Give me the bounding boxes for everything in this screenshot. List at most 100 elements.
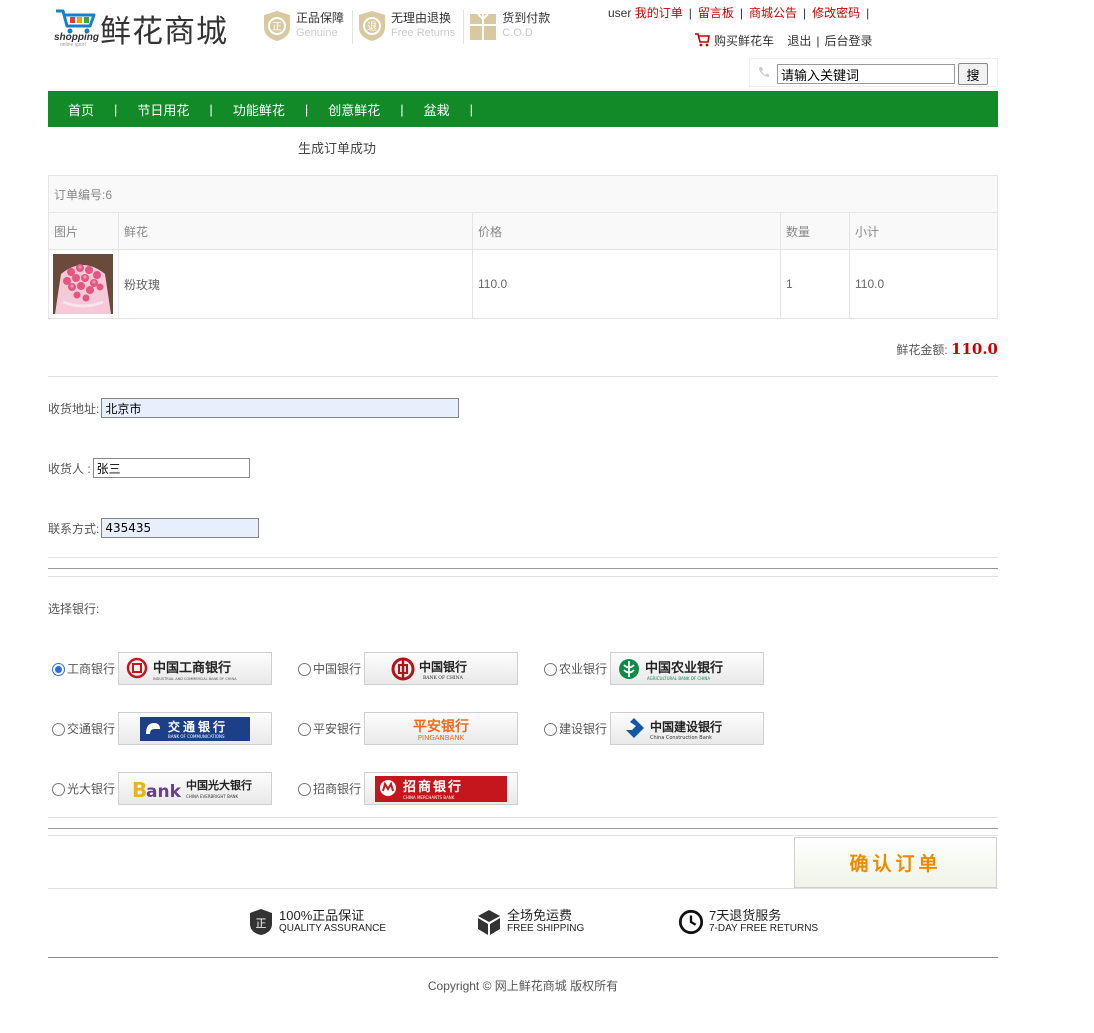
bank-radio[interactable] xyxy=(298,663,311,676)
order-success-message: 生成订单成功 xyxy=(298,141,377,156)
cell-subtotal: 110.0 xyxy=(849,249,998,319)
nav-functional-flowers[interactable]: 功能鲜花 xyxy=(233,100,285,119)
svg-text:正: 正 xyxy=(256,917,267,930)
service-subtitle: 7-DAY FREE RETURNS xyxy=(709,923,819,934)
address-label: 收货地址: xyxy=(48,401,100,416)
divider xyxy=(48,557,998,558)
abc-logo-mark: 中国农业银行 AGRICULTURAL BANK OF CHINA xyxy=(619,658,723,681)
bank-name: 平安银行 xyxy=(313,722,362,736)
bank-radio[interactable] xyxy=(298,783,311,796)
contact-input[interactable] xyxy=(101,518,260,538)
site-logo[interactable]: shopping online sport 鲜花商城 xyxy=(54,6,234,50)
search-button[interactable]: 搜 xyxy=(958,63,988,85)
cart-link[interactable]: 购买鲜花车 xyxy=(714,34,774,48)
bank-option-boc[interactable]: 中国银行 中国银行 BANK OF CHINA xyxy=(294,652,519,685)
icbc-logo[interactable]: 中国工商银行 INDUSTRIAL AND COMMERCIAL BANK OF… xyxy=(118,652,273,685)
col-price: 价格 xyxy=(472,212,781,250)
svg-text:INDUSTRIAL AND COMMERCIAL BANK: INDUSTRIAL AND COMMERCIAL BANK OF CHINA xyxy=(153,677,237,681)
total-label: 鲜花金额: xyxy=(896,343,948,357)
service-returns: 7天退货服务 7-DAY FREE RETURNS xyxy=(678,908,818,936)
quality-shield-icon: 正 xyxy=(250,909,272,935)
bank-radio[interactable] xyxy=(52,723,65,736)
logo-tagline: online sport xyxy=(60,42,86,48)
svg-text:PINGANBANK: PINGANBANK xyxy=(418,734,465,742)
ceb-logo[interactable]: B ank 中国光大银行 CHINA EVERBRIGHT BANK xyxy=(118,772,273,805)
bank-name: 农业银行 xyxy=(559,662,608,676)
svg-text:B: B xyxy=(132,778,147,802)
brand-name: 鲜花商城 xyxy=(100,14,228,50)
pingan-logo-mark: 平安银行 PINGANBANK xyxy=(413,718,469,742)
contact-label: 联系方式: xyxy=(48,521,100,536)
bank-option-ceb[interactable]: 光大银行 B ank 中国光大银行 CHINA EVERBRIGHT BANK xyxy=(48,772,273,805)
divider xyxy=(48,817,998,818)
bank-name: 光大银行 xyxy=(67,782,116,796)
receiver-field: 收货人 : xyxy=(48,458,250,478)
flower-thumbnail[interactable] xyxy=(53,254,113,314)
boc-logo[interactable]: 中国银行 BANK OF CHINA xyxy=(364,652,519,685)
bank-option-abc[interactable]: 农业银行 中国农业银行 AGRICULTURAL BANK OF CHINA xyxy=(540,652,765,685)
bank-option-icbc[interactable]: 工商银行 中国工商银行 INDUSTRIAL AND COMMERCIAL BA… xyxy=(48,652,273,685)
bank-option-pingan[interactable]: 平安银行 平安银行 PINGANBANK xyxy=(294,712,519,745)
bank-name: 招商银行 xyxy=(313,782,362,796)
service-title: 100%正品保证 xyxy=(279,908,365,923)
ccb-logo[interactable]: 中国建设银行 China Construction Bank xyxy=(610,712,765,745)
bank-name: 建设银行 xyxy=(559,722,608,736)
order-total: 鲜花金额: 110.0 xyxy=(48,340,998,358)
cmb-logo[interactable]: 招商银行 CHINA MERCHANTS BANK xyxy=(364,772,519,805)
divider xyxy=(48,568,998,569)
message-board-link[interactable]: 留言板 xyxy=(698,6,734,20)
bank-radio-selected[interactable] xyxy=(52,663,65,676)
bank-radio[interactable] xyxy=(52,783,65,796)
my-orders-link[interactable]: 我的订单 xyxy=(635,6,683,20)
col-flower: 鲜花 xyxy=(118,212,473,250)
promise-title: 货到付款 xyxy=(502,11,551,25)
promise-subtitle: Genuine xyxy=(296,27,338,39)
promise-subtitle: Free Returns xyxy=(391,27,456,39)
cell-image xyxy=(48,249,119,319)
col-subtotal: 小计 xyxy=(849,212,998,250)
bank-option-cmb[interactable]: 招商银行 招商银行 CHINA MERCHANTS BANK xyxy=(294,772,519,805)
address-input[interactable] xyxy=(101,398,460,418)
svg-text:AGRICULTURAL BANK OF CHINA: AGRICULTURAL BANK OF CHINA xyxy=(647,676,710,681)
nav-potted-plants[interactable]: 盆栽 xyxy=(424,100,450,119)
svg-text:BANK OF COMMUNICATIONS: BANK OF COMMUNICATIONS xyxy=(168,734,225,739)
promise-title: 正品保障 xyxy=(296,11,345,25)
genuine-badge-icon: 正 xyxy=(264,11,290,41)
svg-text:正: 正 xyxy=(272,22,282,33)
bank-radio[interactable] xyxy=(298,723,311,736)
promise-cod: 货到付款 C.O.D xyxy=(464,10,558,44)
logout-link[interactable]: 退出 xyxy=(787,34,811,48)
confirm-order-button[interactable]: 确认订单 xyxy=(794,837,997,888)
bank-radio[interactable] xyxy=(544,663,557,676)
bocom-logo[interactable]: 交通银行 BANK OF COMMUNICATIONS xyxy=(118,712,273,745)
divider xyxy=(48,957,998,958)
abc-logo[interactable]: 中国农业银行 AGRICULTURAL BANK OF CHINA xyxy=(610,652,765,685)
search-input[interactable] xyxy=(777,64,955,84)
cart-line: 购买鲜花车 退出 | 后台登录 xyxy=(694,32,873,49)
receiver-input[interactable] xyxy=(92,458,250,478)
promise-title: 无理由退换 xyxy=(391,11,452,25)
bank-radio[interactable] xyxy=(544,723,557,736)
boc-logo-mark: 中国银行 BANK OF CHINA xyxy=(391,657,467,681)
clock-icon xyxy=(678,909,704,935)
svg-text:中国工商银行: 中国工商银行 xyxy=(153,660,231,676)
svg-text:BANK OF CHINA: BANK OF CHINA xyxy=(423,675,464,681)
nav-home[interactable]: 首页 xyxy=(68,100,94,119)
svg-text:招商银行: 招商银行 xyxy=(403,779,463,795)
order-table: 订单编号:6 图片 鲜花 价格 数量 小计 粉玫瑰 110.0 1 110.0 xyxy=(48,175,998,319)
service-guarantees: 正 100%正品保证 QUALITY ASSURANCE 全场免运费 FREE … xyxy=(248,908,848,948)
admin-login-link[interactable]: 后台登录 xyxy=(825,34,873,48)
cell-quantity: 1 xyxy=(780,249,850,319)
search-box: 搜 xyxy=(749,58,998,87)
pingan-logo[interactable]: 平安银行 PINGANBANK xyxy=(364,712,519,745)
nav-holiday-flowers[interactable]: 节日用花 xyxy=(137,100,189,119)
promise-subtitle: C.O.D xyxy=(502,27,533,39)
contact-field: 联系方式: xyxy=(48,518,260,538)
announcements-link[interactable]: 商城公告 xyxy=(749,6,797,20)
change-password-link[interactable]: 修改密码 xyxy=(812,6,860,20)
main-nav: 首页 | 节日用花 | 功能鲜花 | 创意鲜花 | 盆栽 | xyxy=(48,91,998,127)
bank-option-ccb[interactable]: 建设银行 中国建设银行 China Construction Bank xyxy=(540,712,765,745)
nav-creative-flowers[interactable]: 创意鲜花 xyxy=(328,100,380,119)
returns-badge-icon: 退 xyxy=(359,11,386,41)
bank-option-bocom[interactable]: 交通银行 交通银行 BANK OF COMMUNICATIONS xyxy=(48,712,273,745)
